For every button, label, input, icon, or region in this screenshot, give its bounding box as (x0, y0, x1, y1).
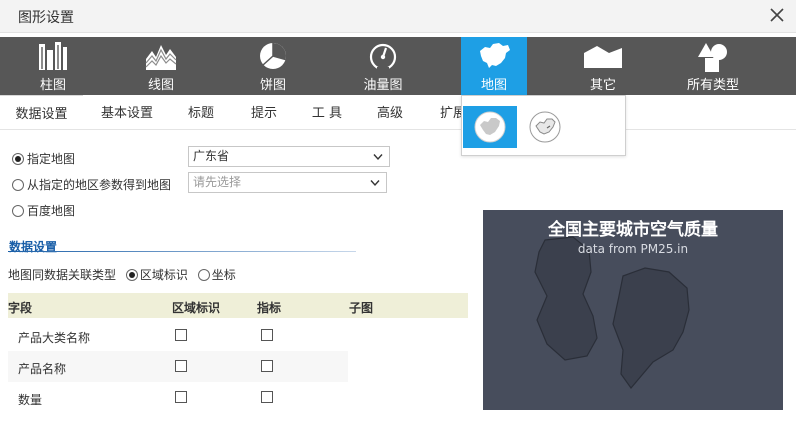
assoc-type-row: 地图同数据关联类型 区域标识 坐标 (8, 266, 236, 283)
map-subtype-option-province[interactable] (518, 106, 572, 148)
column-header-field: 字段 (8, 301, 33, 315)
chart-type-label: 其它 (589, 78, 616, 93)
map-preview-shapes (534, 236, 690, 389)
radio-label: 百度地图 (27, 204, 76, 218)
column-header-submap: 子图 (349, 301, 374, 315)
radio-map-from-param[interactable] (12, 179, 24, 191)
section-divider (8, 251, 356, 252)
dialog-title: 图形设置 (18, 10, 74, 26)
radio-baidu-map[interactable] (12, 205, 24, 217)
line-chart-icon (145, 45, 177, 70)
metric-checkbox[interactable] (261, 391, 273, 403)
pie-chart-icon (260, 43, 286, 69)
china-map-circle-icon (474, 111, 506, 143)
radio-label: 从指定的地区参数得到地图 (27, 178, 172, 192)
tabs-divider (0, 129, 796, 130)
chart-type-pie[interactable]: 饼图 (240, 37, 306, 95)
chart-type-other[interactable]: 其它 (570, 37, 636, 95)
tab-basic-settings[interactable]: 基本设置 (90, 95, 164, 130)
column-header-metric: 指标 (257, 301, 282, 315)
chevron-down-icon (370, 180, 380, 187)
field-name: 产品名称 (18, 362, 67, 376)
field-name: 数量 (18, 393, 43, 407)
chart-type-label: 柱图 (39, 78, 66, 93)
chart-type-label: 所有类型 (686, 78, 739, 93)
tab-advanced[interactable]: 高级 (365, 95, 415, 130)
map-china-icon (480, 43, 510, 68)
chart-type-label: 地图 (480, 78, 507, 93)
radio-label: 坐标 (211, 268, 236, 282)
radio-specified-map[interactable] (12, 153, 24, 165)
chart-type-toolbar: 柱图 线图 饼图 油量图 地图 其它 所有类型 (0, 37, 796, 95)
region-param-placeholder: 请先选择 (193, 175, 242, 189)
gauge-icon (369, 43, 397, 71)
table-header: 字段 区域标识 指标 子图 (8, 293, 468, 318)
tab-data-settings[interactable]: 数据设置 (0, 95, 83, 130)
chevron-down-icon (373, 154, 383, 161)
preview-subtitle: data from PM25.in (577, 242, 689, 256)
radio-assoc-coordinate[interactable] (197, 269, 210, 281)
map-subtype-popover (461, 95, 626, 156)
chart-type-map[interactable]: 地图 (461, 37, 527, 95)
chart-type-gauge[interactable]: 油量图 (350, 37, 416, 95)
tab-tooltip[interactable]: 提示 (239, 95, 289, 130)
table-row: 产品大类名称 (8, 320, 348, 351)
region-checkbox[interactable] (175, 360, 187, 372)
radio-assoc-region[interactable] (125, 269, 138, 281)
area-shape-icon (584, 46, 622, 68)
map-source-from-param[interactable]: 从指定的地区参数得到地图 (12, 176, 171, 193)
shapes-icon (698, 43, 727, 72)
chart-type-label: 油量图 (363, 78, 403, 93)
chart-type-label: 饼图 (259, 78, 286, 93)
region-checkbox[interactable] (175, 329, 187, 341)
map-preview: 全国主要城市空气质量 data from PM25.in (483, 210, 783, 410)
radio-label: 指定地图 (27, 152, 76, 166)
china-map-outline-icon (529, 111, 561, 143)
region-checkbox[interactable] (175, 391, 187, 403)
table-row: 产品名称 (8, 351, 348, 382)
tab-tools[interactable]: 工 具 (302, 95, 352, 130)
section-title-data-settings: 数据设置 (9, 240, 58, 254)
settings-tabs: 数据设置 基本设置 标题 提示 工 具 高级 扩展 (0, 95, 466, 130)
table-row: 数量 (8, 382, 348, 413)
chart-type-label: 线图 (147, 78, 174, 93)
dialog-titlebar: 图形设置 (0, 0, 796, 33)
bar-chart-icon (39, 42, 67, 70)
tab-title[interactable]: 标题 (176, 95, 226, 130)
map-source-specified[interactable]: 指定地图 (12, 150, 75, 167)
chart-type-bar[interactable]: 柱图 (20, 37, 86, 95)
map-subtype-option-china[interactable] (463, 106, 517, 148)
preview-title: 全国主要城市空气质量 (548, 220, 718, 240)
metric-checkbox[interactable] (261, 329, 273, 341)
region-shape-east (612, 267, 690, 389)
chart-type-line[interactable]: 线图 (128, 37, 194, 95)
chart-type-all[interactable]: 所有类型 (680, 37, 746, 95)
metric-checkbox[interactable] (261, 360, 273, 372)
radio-label: 区域标识 (139, 268, 188, 282)
map-select-value: 广东省 (193, 149, 230, 163)
map-select[interactable]: 广东省 (188, 146, 390, 167)
assoc-type-label: 地图同数据关联类型 (8, 268, 117, 282)
field-name: 产品大类名称 (18, 331, 91, 345)
region-param-select[interactable]: 请先选择 (188, 172, 387, 193)
map-source-baidu[interactable]: 百度地图 (12, 202, 75, 219)
column-header-region: 区域标识 (172, 301, 221, 315)
close-icon[interactable] (766, 4, 788, 26)
